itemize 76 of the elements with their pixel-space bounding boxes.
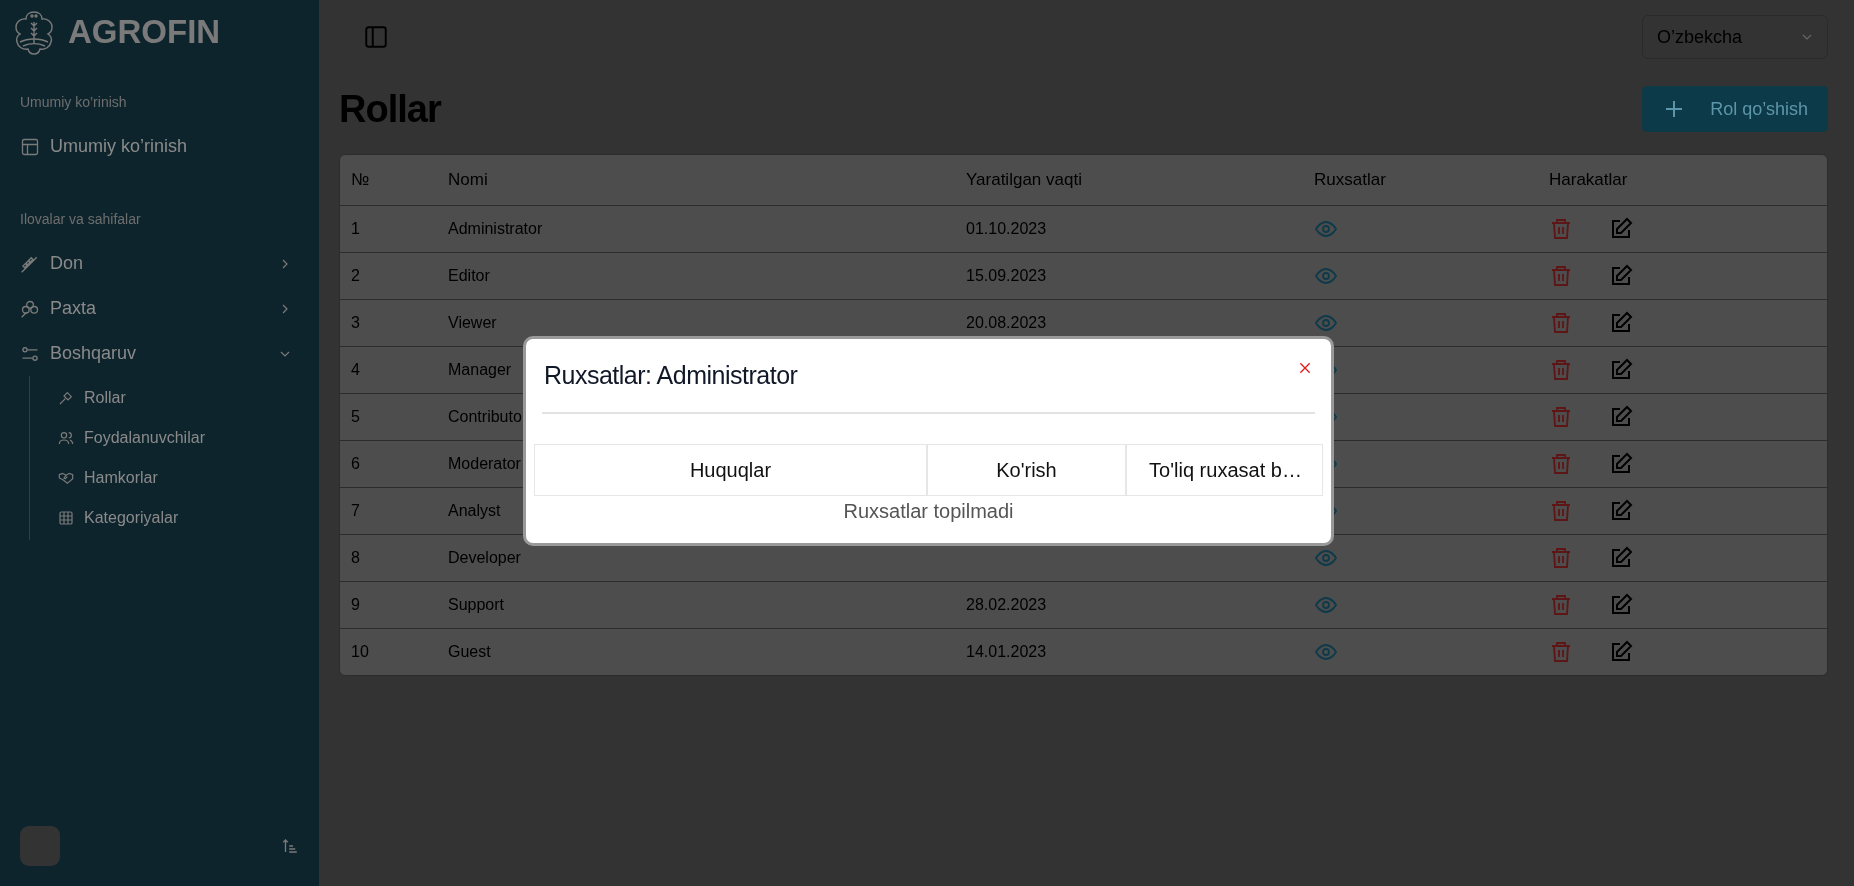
empty-message: Ruxsatlar topilmadi (842, 500, 1015, 523)
table-cell: Administrator (448, 220, 543, 238)
nav-subitem[interactable]: Kategoriyalar (58, 498, 299, 538)
table-cell: Contributo (448, 408, 522, 426)
trash-icon[interactable] (1549, 546, 1573, 570)
edit-icon[interactable] (1609, 640, 1633, 664)
table-cell: Editor (448, 267, 490, 285)
nav-subitem[interactable]: Foydalanuvchilar (58, 418, 299, 458)
table-cell: 15.09.2023 (966, 267, 1047, 285)
edit-icon[interactable] (1609, 452, 1633, 476)
column-header: № (350, 170, 371, 190)
table-cell: Guest (448, 643, 491, 661)
column-header: Huquqlar (688, 457, 773, 483)
trash-icon[interactable] (1549, 311, 1573, 335)
users-icon (58, 430, 74, 446)
table-cell: 7 (351, 502, 360, 520)
section-title: Umumiy ko’rinish (20, 94, 128, 110)
table-cell: Developer (448, 549, 521, 567)
table-cell: Support (448, 596, 505, 614)
table-cell: 28.02.2023 (966, 596, 1047, 614)
trash-icon[interactable] (1549, 452, 1573, 476)
table-cell: Manager (448, 361, 512, 379)
edit-icon[interactable] (1609, 358, 1633, 382)
dialog-title: Ruxsatlar: Administrator (544, 361, 798, 391)
sidebar-toggle-icon[interactable] (363, 24, 389, 50)
column-header: Harakatlar (1548, 170, 1629, 190)
trash-icon[interactable] (1549, 593, 1573, 617)
column-header: Ruxsatlar (1313, 170, 1387, 190)
table-cell: 9 (351, 596, 360, 614)
edit-icon[interactable] (1609, 217, 1633, 241)
layout-icon (20, 136, 40, 157)
edit-icon[interactable] (1609, 546, 1633, 570)
brand-name: AGROFIN (68, 13, 221, 51)
table-cell: 8 (351, 549, 360, 567)
flower-icon (20, 298, 40, 319)
section-title: Ilovalar va sahifalar (20, 211, 142, 227)
trash-icon[interactable] (1549, 264, 1573, 288)
nav-subitem[interactable]: Hamkorlar (58, 458, 299, 498)
edit-icon[interactable] (1609, 499, 1633, 523)
nav-subitem[interactable]: Rollar (58, 378, 299, 418)
table-cell: 10 (351, 643, 369, 661)
edit-icon[interactable] (1609, 264, 1633, 288)
key-icon (58, 390, 74, 406)
trash-icon[interactable] (1549, 640, 1573, 664)
grid-icon (58, 510, 74, 526)
sort-icon[interactable] (281, 837, 299, 855)
table-cell: 3 (351, 314, 360, 332)
table-cell: 4 (351, 361, 360, 379)
avatar[interactable] (20, 826, 60, 866)
column-header: Yaratilgan vaqti (965, 170, 1083, 190)
table-cell: 6 (351, 455, 360, 473)
table-cell: 01.10.2023 (966, 220, 1047, 238)
trash-icon[interactable] (1549, 358, 1573, 382)
nav-item[interactable]: Boshqaruv (20, 331, 299, 376)
table-cell: 5 (351, 408, 360, 426)
nav-item[interactable]: Don (20, 241, 299, 286)
close-icon[interactable] (1297, 360, 1313, 376)
column-header: To'liq ruxasat b… (1125, 445, 1324, 495)
table-cell: 20.08.2023 (966, 314, 1047, 332)
table-cell: Viewer (448, 314, 497, 332)
edit-icon[interactable] (1609, 311, 1633, 335)
table-cell: 1 (351, 220, 360, 238)
nav-item[interactable]: Paxta (20, 286, 299, 331)
table-cell: 2 (351, 267, 360, 285)
trash-icon[interactable] (1549, 217, 1573, 241)
trash-icon[interactable] (1549, 499, 1573, 523)
table-cell: 14.01.2023 (966, 643, 1047, 661)
column-header: Ko'rish (926, 445, 1125, 495)
column-header: Nomi (447, 170, 489, 190)
table-cell: Analyst (448, 502, 501, 520)
edit-icon[interactable] (1609, 593, 1633, 617)
edit-icon[interactable] (1609, 405, 1633, 429)
nav-item[interactable]: Umumiy ko’rinish (20, 124, 299, 169)
trash-icon[interactable] (1549, 405, 1573, 429)
table-cell: Moderator (448, 455, 521, 473)
add-role-button[interactable]: Rol qo’shish (1642, 86, 1828, 132)
